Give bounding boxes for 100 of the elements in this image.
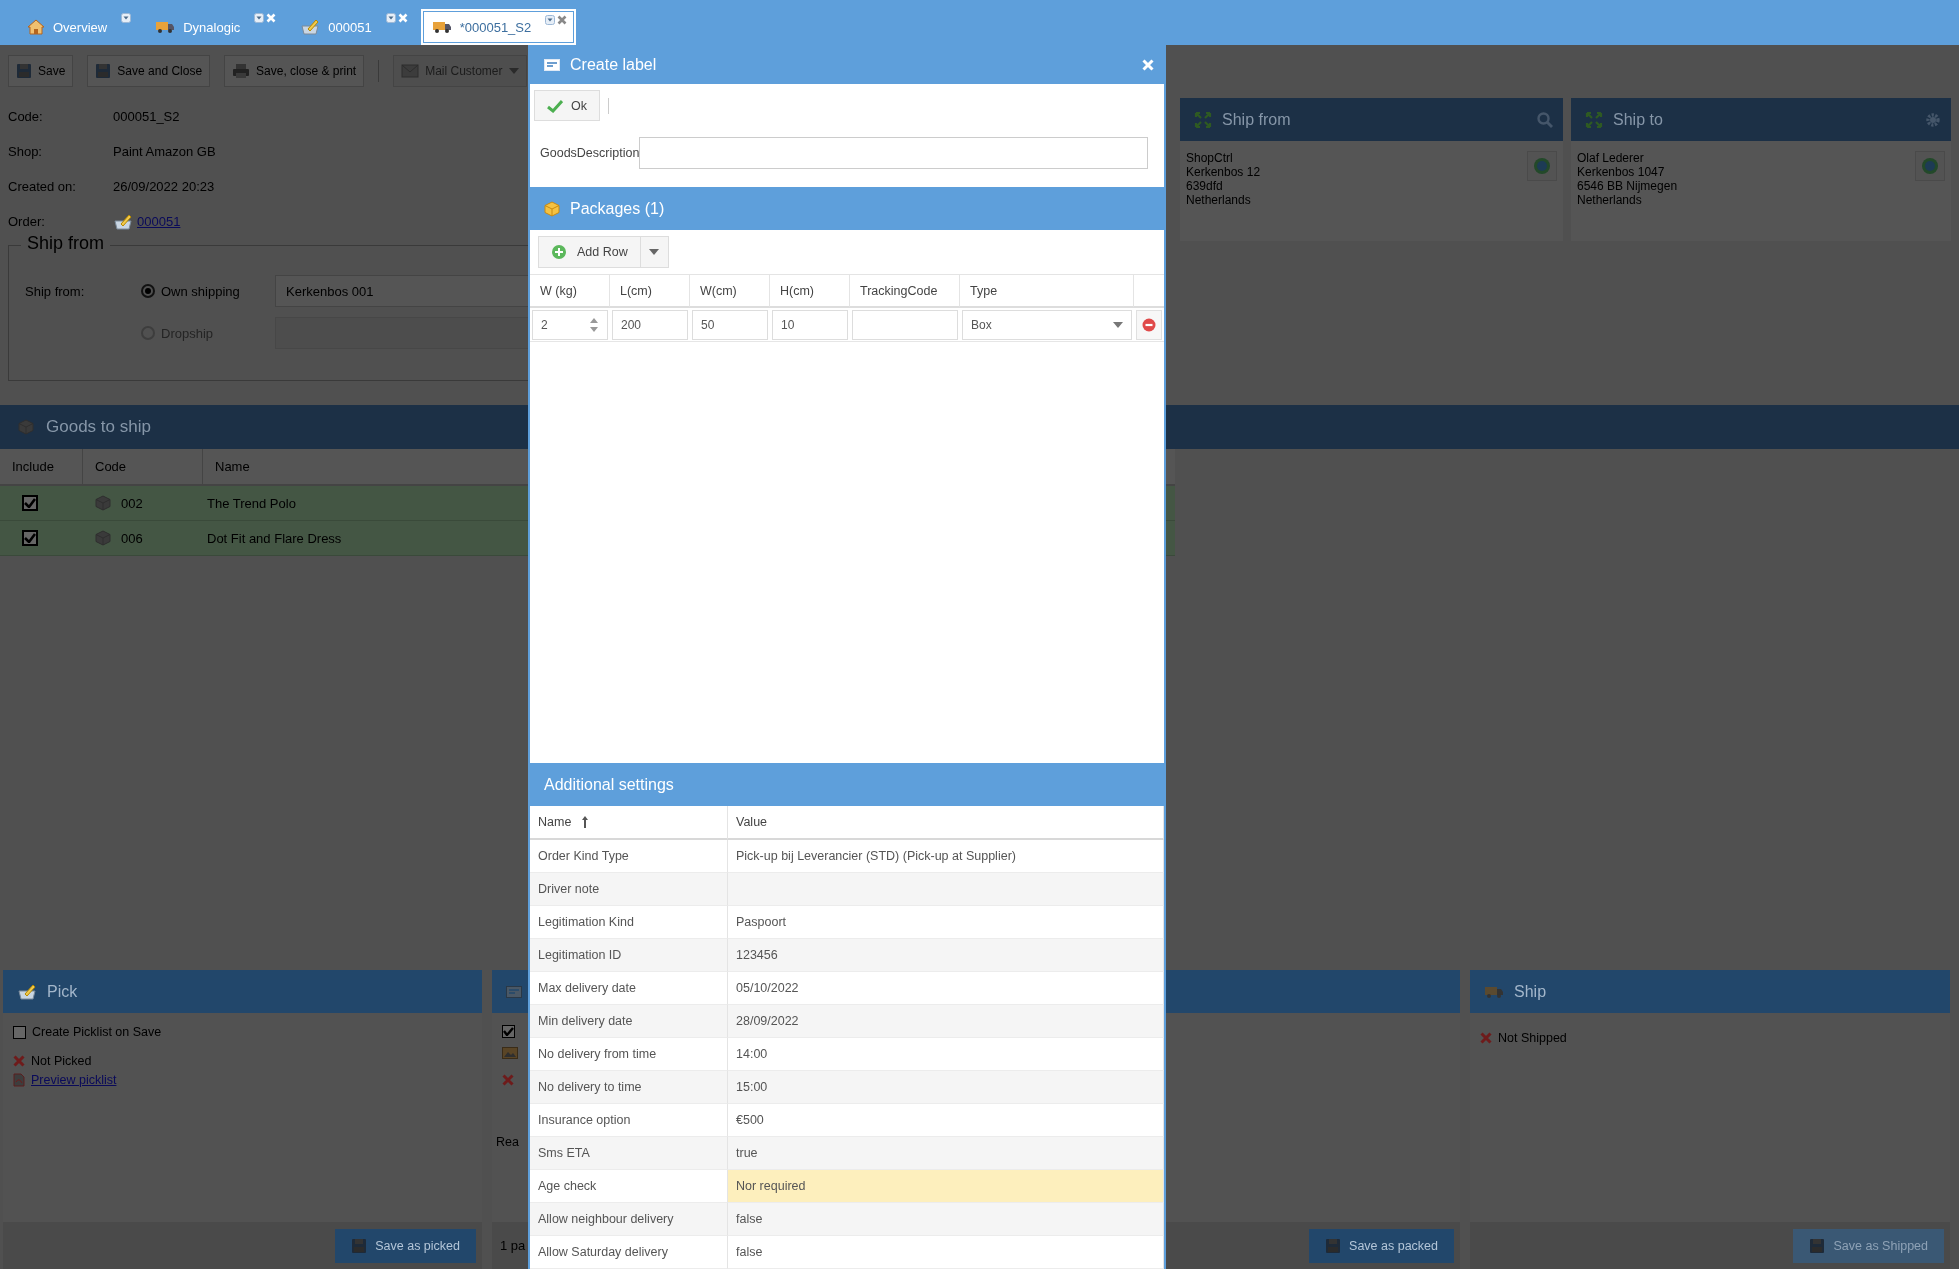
table-cell: 002 (121, 495, 143, 511)
field-label: Ship from: (25, 283, 85, 299)
table-cell: Nor required (728, 1170, 1164, 1203)
table-cell: false (728, 1236, 1164, 1269)
dropdown-icon[interactable] (121, 13, 132, 23)
close-icon (1142, 58, 1154, 71)
address-line: 6546 BB Nijmegen (1577, 179, 1679, 193)
table-cell: Sms ETA (530, 1137, 728, 1170)
truck-icon (1484, 984, 1504, 999)
field-label: Order: (8, 214, 46, 229)
column-header[interactable]: W(cm) (690, 275, 770, 308)
card-icon (506, 985, 522, 998)
table-cell: Legitimation ID (530, 939, 728, 972)
check-icon (24, 498, 36, 508)
cube-icon (18, 419, 34, 435)
table-cell: false (728, 1203, 1164, 1236)
field-label: Shop: (8, 144, 43, 159)
spinner-arrows-icon[interactable] (589, 316, 599, 333)
caret-icon (508, 67, 519, 74)
input-field[interactable] (639, 137, 1148, 169)
dropdown-icon[interactable] (254, 13, 265, 23)
panel-title: Ship (1514, 982, 1547, 1001)
address-line: Netherlands (1577, 193, 1643, 207)
settings-icon[interactable] (1925, 111, 1941, 128)
table-cell: The Trend Polo (207, 495, 296, 511)
input-field[interactable]: 200 (612, 309, 688, 340)
number-field[interactable]: 2 (532, 309, 608, 340)
table-cell: 123456 (728, 939, 1164, 972)
arrow-up-icon[interactable] (581, 815, 590, 829)
checkbox[interactable] (22, 495, 38, 511)
checkbox[interactable] (13, 1025, 26, 1039)
basket-icon (113, 213, 133, 230)
printer-icon (232, 62, 251, 79)
checkbox[interactable] (22, 530, 38, 546)
input-field[interactable]: 50 (692, 309, 768, 340)
input-field[interactable] (852, 309, 958, 340)
ok-button[interactable]: Ok (534, 90, 600, 121)
input-field[interactable]: 10 (772, 309, 848, 340)
column-header[interactable]: Value (728, 806, 1164, 840)
status-text: Rea (496, 1135, 519, 1149)
address-line: 639dfd (1186, 179, 1224, 193)
check-icon (503, 1027, 514, 1036)
checkbox-label: Create Picklist on Save (32, 1025, 162, 1039)
address-line: Netherlands (1186, 193, 1252, 207)
table-cell: No delivery to time (530, 1071, 728, 1104)
dropdown-field[interactable]: Box (962, 309, 1132, 340)
caret-icon (1113, 321, 1123, 328)
caret-icon (649, 249, 660, 255)
basket-icon (17, 983, 37, 1000)
remove-button[interactable] (1136, 309, 1162, 340)
dropdown-icon[interactable] (545, 15, 556, 25)
document-icon (13, 1073, 25, 1087)
column-header[interactable]: H(cm) (770, 275, 850, 308)
footer-text: 1 pa (500, 1238, 526, 1253)
table-cell: 006 (121, 530, 143, 546)
address-line: ShopCtrl (1186, 151, 1234, 165)
field-value: 26/09/2022 20:23 (113, 179, 215, 194)
tab[interactable]: *000051_S2 (422, 11, 575, 43)
close-button[interactable] (1142, 58, 1154, 71)
check-icon (24, 533, 36, 543)
column-header[interactable]: TrackingCode (850, 275, 960, 308)
dropdown-icon[interactable] (385, 13, 396, 23)
status-text: Not Shipped (1498, 1031, 1567, 1045)
table-cell: Min delivery date (530, 1005, 728, 1038)
cross-icon (502, 1074, 514, 1086)
column-header[interactable]: L(cm) (610, 275, 690, 308)
cube-icon (95, 495, 111, 511)
card-icon (544, 58, 560, 71)
move-arrows-icon (1194, 110, 1212, 129)
column-header[interactable]: Type (960, 275, 1134, 308)
address-line: Olaf Lederer (1577, 151, 1645, 165)
section-title: Packages (1) (570, 199, 665, 218)
home-icon (27, 19, 45, 35)
panel-title: Ship from (1222, 110, 1292, 129)
field-label: GoodsDescription (540, 146, 640, 160)
section-title: Additional settings (544, 775, 674, 794)
close-icon[interactable] (557, 15, 568, 25)
cube-icon (95, 530, 111, 546)
address-line: Kerkenbos 1047 (1577, 165, 1666, 179)
move-arrows-icon (1585, 110, 1603, 129)
status-text: Not Picked (31, 1054, 92, 1068)
column-header[interactable]: W (kg) (530, 275, 610, 308)
field-value: 000051_S2 (113, 109, 180, 124)
dialog-title: Create label (570, 55, 658, 74)
table-cell: Allow neighbour delivery (530, 1203, 728, 1236)
table-cell: Dot Fit and Flare Dress (207, 530, 342, 546)
checkbox[interactable] (502, 1025, 515, 1038)
cross-icon (13, 1055, 25, 1067)
field-value: Paint Amazon GB (113, 144, 216, 159)
panel-title: Pick (47, 982, 78, 1001)
search-icon[interactable] (1537, 111, 1553, 128)
remove-icon[interactable] (1142, 317, 1156, 332)
cube-icon (544, 200, 560, 217)
field-label: Created on: (8, 179, 77, 194)
save-button[interactable]: Save as picked (335, 1228, 476, 1263)
table-cell: true (728, 1137, 1164, 1170)
image-icon (502, 1047, 518, 1059)
column-header[interactable]: Name (530, 806, 728, 840)
save-button[interactable]: Save as packed (1309, 1228, 1454, 1263)
table-cell: Driver note (530, 873, 728, 906)
